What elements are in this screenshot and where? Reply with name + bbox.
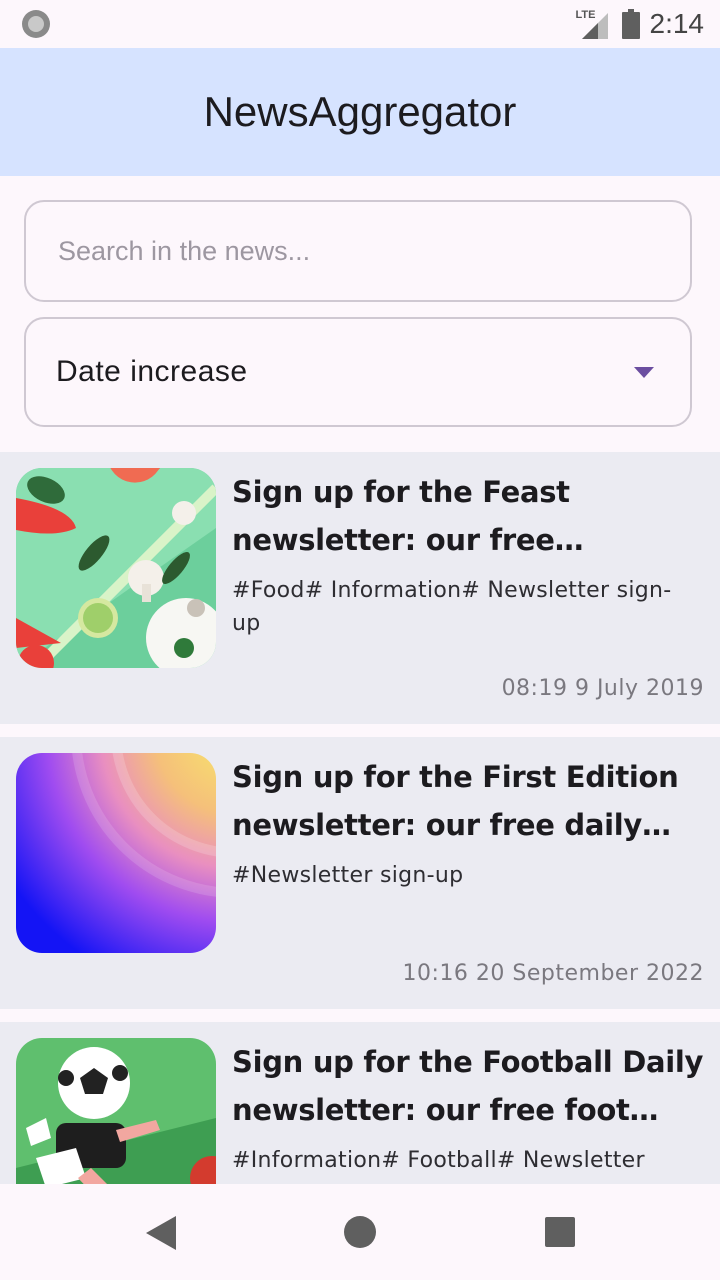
recent-apps-square-icon[interactable] bbox=[545, 1217, 575, 1247]
search-input[interactable] bbox=[56, 234, 660, 268]
news-tags: #Food# Information# Newsletter sign-up bbox=[232, 578, 672, 636]
news-card[interactable]: Sign up for the Football Daily newslette… bbox=[0, 1022, 720, 1184]
sort-dropdown[interactable]: Date increase bbox=[24, 317, 692, 427]
news-date: 08:19 9 July 2019 bbox=[501, 676, 704, 701]
news-thumbnail bbox=[16, 468, 216, 668]
status-time: 2:14 bbox=[649, 8, 705, 39]
status-circle-icon bbox=[22, 10, 50, 38]
status-bar: LTE 2:14 bbox=[0, 0, 720, 48]
app-bar: NewsAggregator bbox=[0, 48, 720, 176]
news-thumbnail bbox=[16, 1038, 216, 1184]
sort-selected-value: Date increase bbox=[56, 355, 248, 388]
news-title: Sign up for the First Edition newsletter… bbox=[232, 760, 679, 842]
news-tags: #Information# Football# Newsletter bbox=[232, 1148, 645, 1173]
battery-icon bbox=[621, 9, 640, 39]
news-thumbnail bbox=[16, 753, 216, 953]
search-field[interactable] bbox=[24, 200, 692, 302]
news-tags: #Newsletter sign-up bbox=[232, 863, 464, 888]
status-indicators: LTE 2:14 bbox=[576, 6, 705, 42]
news-title: Sign up for the Football Daily newslette… bbox=[232, 1045, 704, 1127]
app-title: NewsAggregator bbox=[203, 88, 517, 135]
news-card[interactable]: Sign up for the Feast newsletter: our fr… bbox=[0, 452, 720, 724]
lte-signal-icon: LTE bbox=[576, 9, 612, 39]
news-list[interactable]: Sign up for the Feast newsletter: our fr… bbox=[0, 452, 720, 1184]
news-title: Sign up for the Feast newsletter: our fr… bbox=[232, 475, 570, 557]
news-card[interactable]: Sign up for the First Edition newsletter… bbox=[0, 737, 720, 1009]
home-circle-icon[interactable] bbox=[344, 1216, 376, 1248]
news-date: 10:16 20 September 2022 bbox=[402, 961, 704, 986]
dropdown-caret-icon bbox=[634, 366, 654, 378]
back-triangle-icon[interactable] bbox=[146, 1216, 176, 1250]
